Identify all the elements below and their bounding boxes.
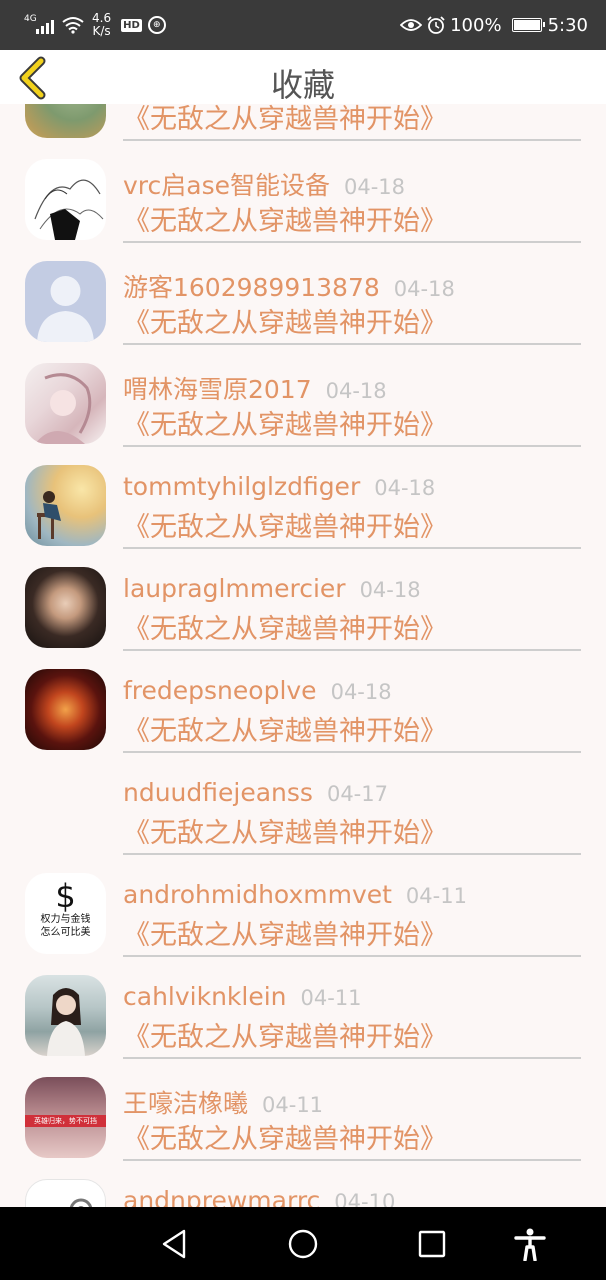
speed-unit: K/s	[92, 24, 111, 38]
user-name: 王嚎洁橡曦	[123, 1089, 249, 1118]
user-name-line: andnprewmarrc 04-10	[123, 1186, 395, 1207]
user-name-line: vrc启ase智能设备 04-18	[123, 166, 405, 202]
status-bar: 4G 4.6 K/s HD ⊕ 100% 5:30	[0, 0, 606, 50]
favorite-row[interactable]: cahlviknklein 04-11 《无敌之从穿越兽神开始》	[0, 956, 606, 1059]
status-right: 100% 5:30	[400, 15, 588, 36]
book-title: 《无敌之从穿越兽神开始》	[123, 818, 447, 849]
wifi-icon	[62, 17, 84, 34]
avatar-anime	[25, 363, 106, 444]
favorite-date: 04-18	[344, 175, 406, 199]
battery-fill	[513, 20, 540, 30]
favorite-date: 04-18	[374, 476, 436, 500]
avatar-sunset-chair	[25, 465, 106, 546]
avatar-partial	[25, 1179, 106, 1207]
avatar-money-text: $ 权力与金钱 怎么可比美	[25, 873, 106, 954]
book-title: 《无敌之从穿越兽神开始》	[123, 1124, 447, 1155]
favorite-row[interactable]: 喟林海雪原2017 04-18 《无敌之从穿越兽神开始》	[0, 344, 606, 447]
app-header: 收藏	[0, 50, 606, 104]
app-screen: 《无敌之从穿越兽神开始》 vrc启ase智能设备 04-18 《无敌之从穿越兽神开…	[0, 0, 606, 1280]
system-nav-bar	[0, 1207, 606, 1280]
favorite-row[interactable]: vrc启ase智能设备 04-18 《无敌之从穿越兽神开始》	[0, 140, 606, 243]
user-name: laupraglmmercier	[123, 574, 346, 603]
book-title: 《无敌之从穿越兽神开始》	[123, 716, 447, 747]
user-name-line: androhmidhoxmmvet 04-11	[123, 880, 467, 909]
user-name: vrc启ase智能设备	[123, 171, 330, 200]
data-saver-icon: ⊕	[147, 16, 166, 34]
favorite-row[interactable]: nduudfiejeanss 04-17 《无敌之从穿越兽神开始》	[0, 752, 606, 855]
favorite-row[interactable]: andnprewmarrc 04-10	[0, 1160, 606, 1207]
cellular-signal-icon: 4G	[24, 14, 54, 34]
avatar-portrait	[25, 567, 106, 648]
user-name-line: tommtyhilglzdfiger 04-18	[123, 472, 435, 501]
user-name-line: 游客1602989913878 04-18	[123, 268, 455, 304]
favorite-row[interactable]: laupraglmmercier 04-18 《无敌之从穿越兽神开始》	[0, 548, 606, 651]
battery-icon	[511, 18, 545, 32]
network-type: 4G	[24, 14, 37, 24]
favorite-date: 04-10	[334, 1190, 396, 1207]
avatar-fire-creature	[25, 669, 106, 750]
page-title: 收藏	[270, 66, 335, 104]
book-title: 《无敌之从穿越兽神开始》	[123, 410, 447, 441]
favorite-row[interactable]: fredepsneoplve 04-18 《无敌之从穿越兽神开始》	[0, 650, 606, 753]
triangle-back-icon[interactable]	[158, 1227, 192, 1261]
book-title: 《无敌之从穿越兽神开始》	[123, 614, 447, 645]
user-name: andnprewmarrc	[123, 1186, 321, 1207]
favorite-row[interactable]: tommtyhilglzdfiger 04-18 《无敌之从穿越兽神开始》	[0, 446, 606, 549]
favorite-date: 04-18	[359, 578, 421, 602]
book-title: 《无敌之从穿越兽神开始》	[123, 308, 447, 339]
user-name: fredepsneoplve	[123, 676, 317, 705]
eye-comfort-icon	[400, 19, 423, 31]
avatar-girl-photo	[25, 975, 106, 1056]
status-left: 4G 4.6 K/s HD ⊕	[24, 12, 166, 38]
favorite-date: 04-11	[262, 1093, 324, 1117]
avatar-game-banner: 英雄归来，势不可挡	[25, 1077, 106, 1158]
battery-percent: 100%	[450, 14, 502, 36]
favorite-row[interactable]: 英雄归来，势不可挡 王嚎洁橡曦 04-11 《无敌之从穿越兽神开始》	[0, 1058, 606, 1161]
square-recents-icon[interactable]	[415, 1227, 449, 1261]
favorite-date: 04-18	[325, 379, 387, 403]
alarm-icon	[427, 16, 445, 34]
favorite-date: 04-11	[300, 986, 362, 1010]
book-title: 《无敌之从穿越兽神开始》	[123, 1022, 447, 1053]
hd-badge-icon: HD	[121, 18, 142, 32]
user-name-line: nduudfiejeanss 04-17	[123, 778, 388, 807]
favorite-date: 04-17	[326, 782, 388, 806]
user-name: 喟林海雪原2017	[123, 375, 312, 404]
user-name-line: fredepsneoplve 04-18	[123, 676, 392, 705]
clock: 5:30	[547, 14, 588, 36]
avatar-caption-line2: 怎么可比美	[40, 927, 91, 938]
accessibility-icon[interactable]	[513, 1227, 547, 1261]
user-name: cahlviknklein	[123, 982, 287, 1011]
book-title: 《无敌之从穿越兽神开始》	[123, 512, 447, 543]
avatar-caption-line1: 权力与金钱	[40, 914, 91, 925]
user-name: 游客1602989913878	[123, 273, 380, 302]
favorite-date: 04-11	[405, 884, 467, 908]
book-title: 《无敌之从穿越兽神开始》	[123, 920, 447, 951]
user-name: tommtyhilglzdfiger	[123, 472, 361, 501]
user-name-line: laupraglmmercier 04-18	[123, 574, 421, 603]
circle-home-icon[interactable]	[286, 1227, 320, 1261]
user-name-line: cahlviknklein 04-11	[123, 982, 362, 1011]
user-name: nduudfiejeanss	[123, 778, 313, 807]
avatar-sketch	[25, 159, 106, 240]
favorites-list[interactable]: 《无敌之从穿越兽神开始》 vrc启ase智能设备 04-18 《无敌之从穿越兽神开…	[0, 0, 606, 1207]
favorite-date: 04-18	[393, 277, 455, 301]
avatar-default-person	[25, 261, 106, 342]
dollar-symbol: $	[55, 877, 76, 915]
favorite-row[interactable]: $ 权力与金钱 怎么可比美 androhmidhoxmmvet 04-11 《无敌…	[0, 854, 606, 957]
favorite-date: 04-18	[330, 680, 392, 704]
book-title: 《无敌之从穿越兽神开始》	[123, 206, 447, 237]
user-name-line: 喟林海雪原2017 04-18	[123, 370, 387, 406]
avatar-banner-text: 英雄归来，势不可挡	[25, 1115, 106, 1127]
favorite-row[interactable]: 游客1602989913878 04-18 《无敌之从穿越兽神开始》	[0, 242, 606, 345]
user-name-line: 王嚎洁橡曦 04-11	[123, 1084, 323, 1120]
network-speed: 4.6 K/s	[92, 12, 111, 38]
user-name: androhmidhoxmmvet	[123, 880, 392, 909]
